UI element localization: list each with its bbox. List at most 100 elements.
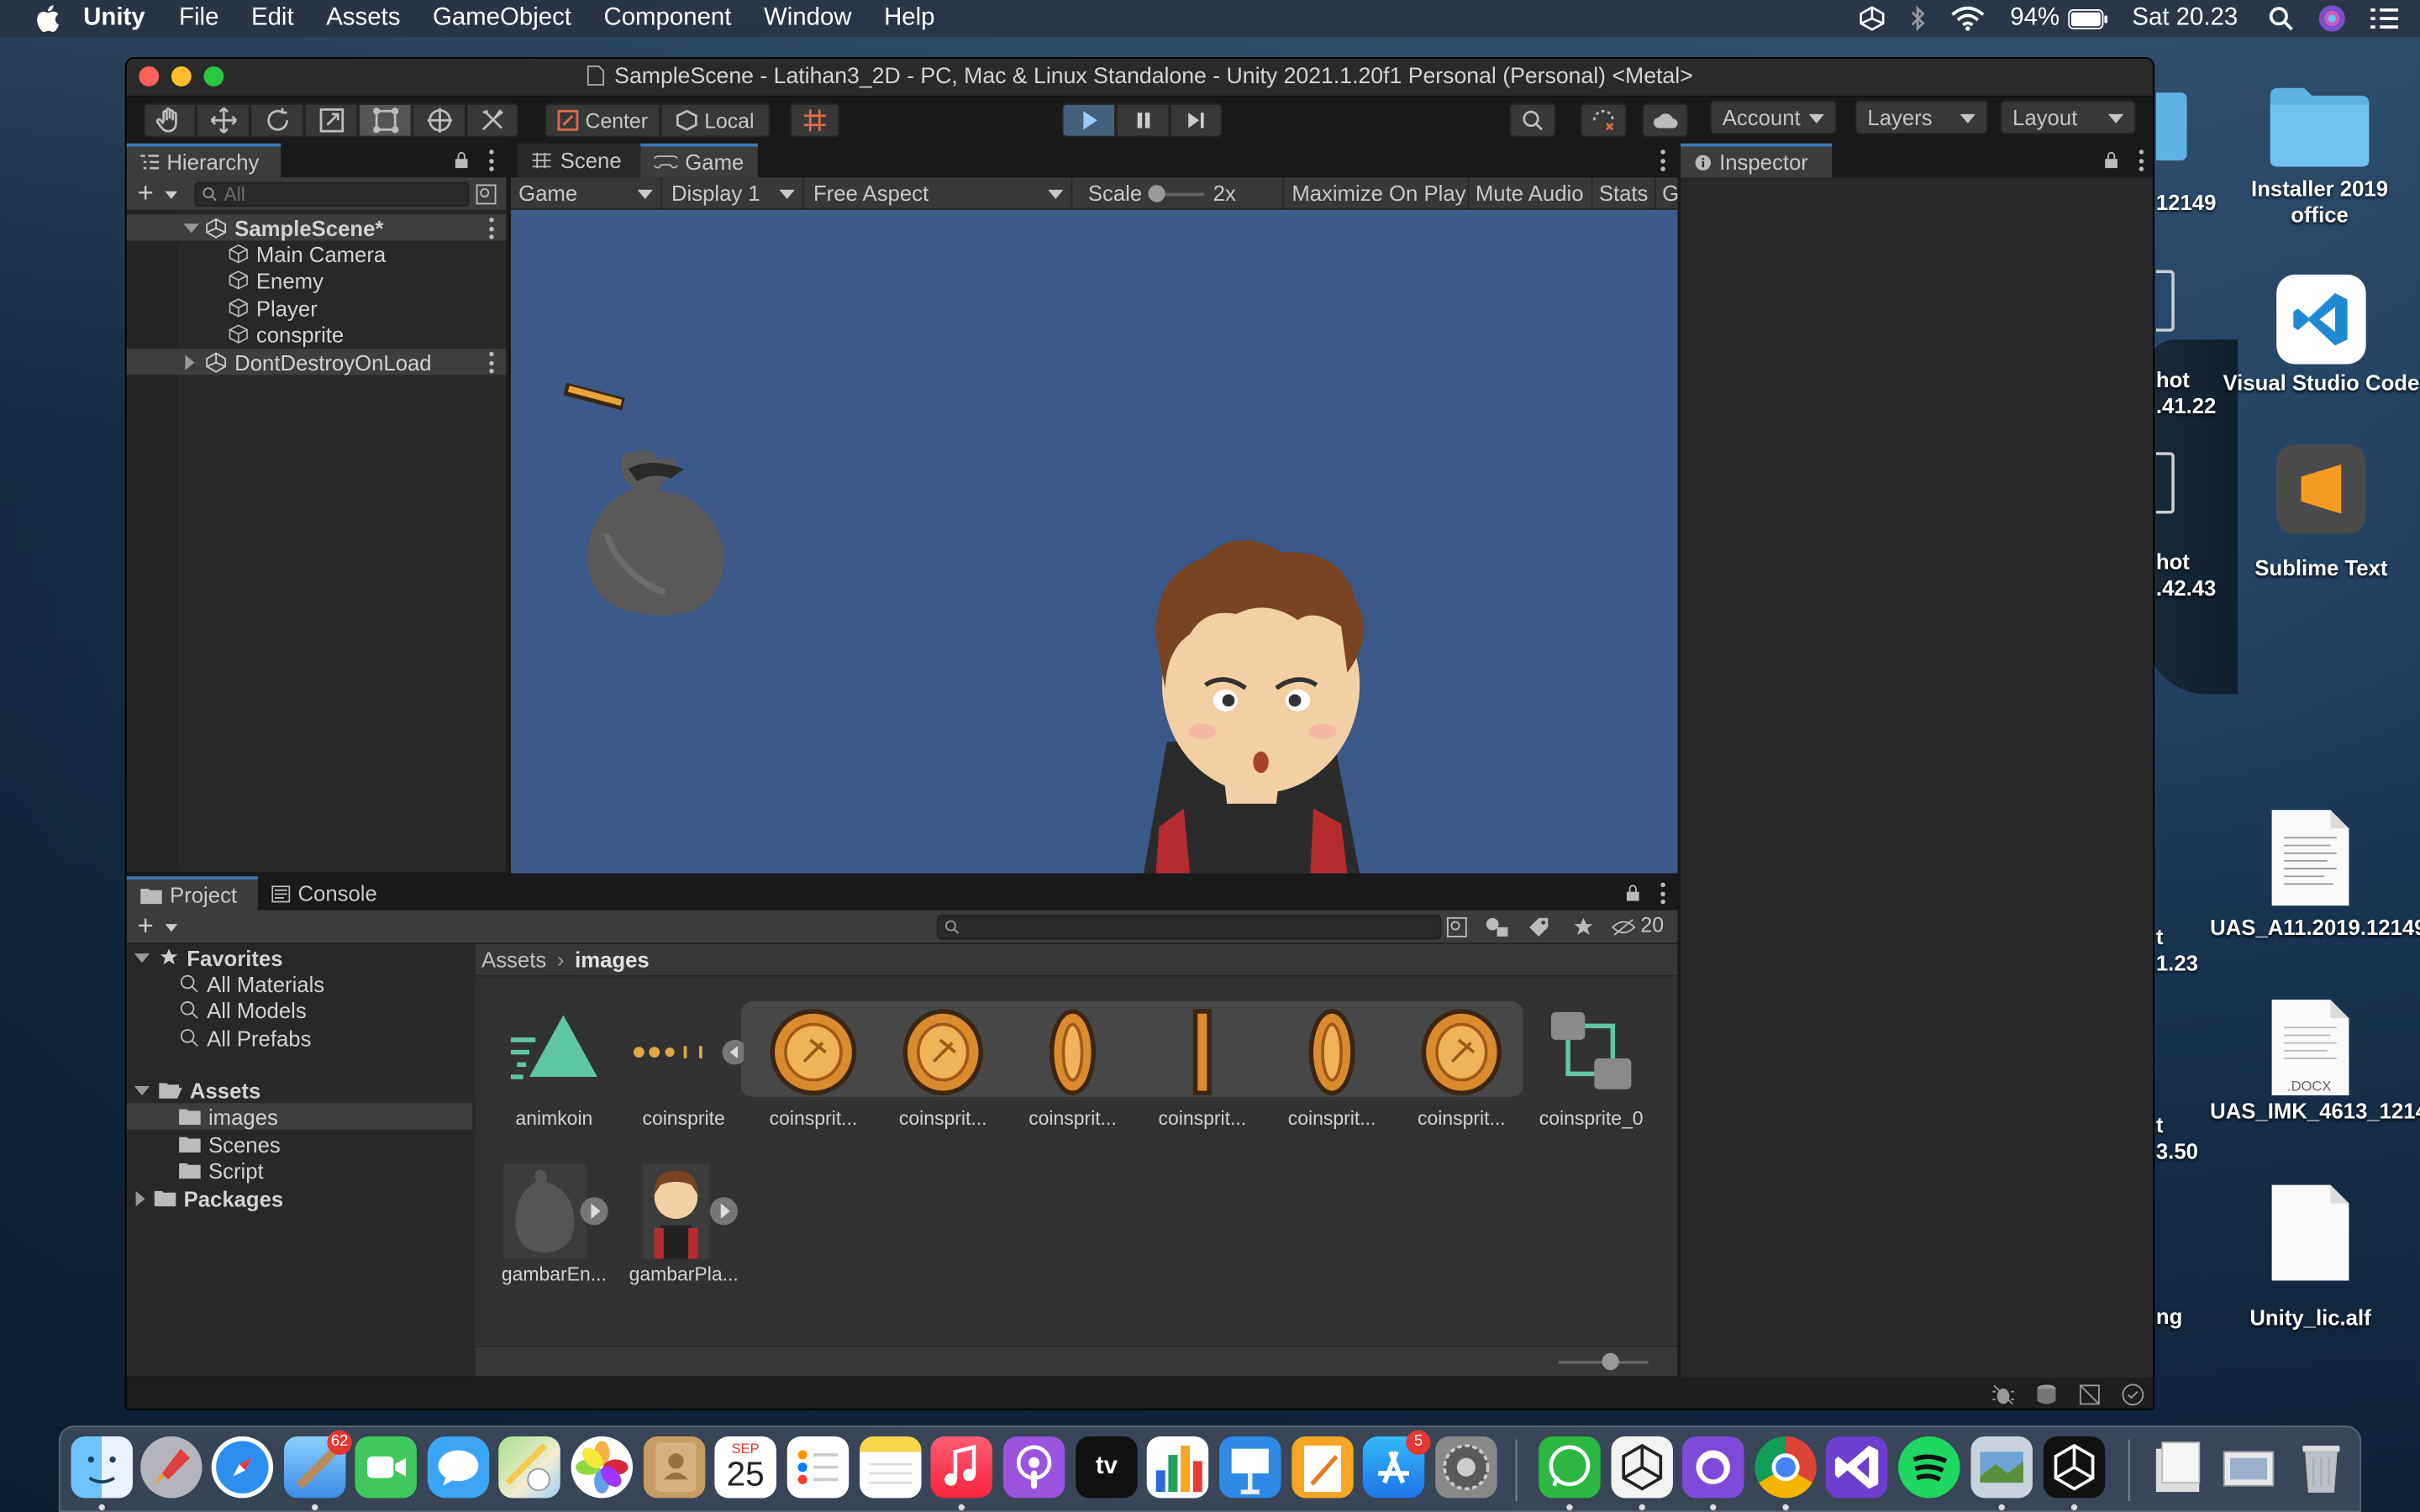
facetime-icon[interactable] <box>355 1436 417 1499</box>
spotlight-search-icon[interactable] <box>2269 6 2293 31</box>
display-dropdown[interactable]: Display 1 <box>671 177 804 210</box>
asset-gambar-enemy[interactable]: gambarEn... <box>494 1163 614 1285</box>
expand-arrow-icon[interactable] <box>183 223 199 233</box>
favorite-item[interactable]: All Models <box>179 997 307 1023</box>
scale-tool-button[interactable] <box>303 103 359 138</box>
favorite-item[interactable]: All Materials <box>179 970 324 996</box>
asset-coinsprite-0[interactable]: coinsprite_0 <box>1531 1006 1651 1129</box>
auto-generate-lighting-icon[interactable] <box>2077 1383 2102 1407</box>
asset-coinsprite-frame[interactable]: coinsprit... <box>1013 1006 1133 1129</box>
music-icon[interactable] <box>930 1436 992 1499</box>
asset-coinsprite-frame[interactable]: coinsprit... <box>1142 1006 1262 1129</box>
preview-icon[interactable] <box>1970 1436 2033 1499</box>
collapsed-arrow-icon[interactable] <box>185 354 195 370</box>
aspect-dropdown[interactable]: Free Aspect <box>813 177 1073 210</box>
desktop-icon-unity-lic[interactable]: Unity_lic.alf <box>2217 1182 2405 1331</box>
calendar-icon[interactable]: SEP 25 <box>714 1436 776 1499</box>
tab-hierarchy[interactable]: Hierarchy <box>126 143 281 178</box>
contacts-icon[interactable] <box>643 1436 706 1499</box>
maps-icon[interactable] <box>498 1436 560 1499</box>
folder-scenes[interactable]: Scenes <box>179 1131 281 1157</box>
spotify-icon[interactable] <box>1898 1436 1960 1499</box>
whatsapp-icon[interactable] <box>1539 1436 1601 1499</box>
add-icon[interactable]: + <box>137 177 153 210</box>
desktop-icon-sublime[interactable]: Sublime Text <box>2228 444 2413 581</box>
apple-icon[interactable] <box>34 5 61 33</box>
menu-file[interactable]: File <box>179 5 218 33</box>
numbers-icon[interactable] <box>1146 1436 1209 1499</box>
rect-tool-button[interactable] <box>358 103 413 138</box>
menu-help[interactable]: Help <box>884 5 934 33</box>
icon-size-slider-thumb[interactable] <box>1602 1352 1619 1370</box>
pivot-local-button[interactable]: Local <box>660 103 771 138</box>
asset-coinsprite[interactable]: coinsprite <box>623 1006 747 1129</box>
expand-arrow-icon[interactable] <box>134 1085 150 1095</box>
step-button[interactable] <box>1170 103 1223 138</box>
collapsed-arrow-icon[interactable] <box>135 1190 145 1206</box>
hierarchy-dontdestroy-row[interactable]: DontDestroyOnLoad <box>126 349 507 375</box>
add-dropdown-arrow[interactable] <box>165 191 178 199</box>
account-dropdown[interactable]: Account <box>1710 100 1837 134</box>
asset-animkoin[interactable]: animkoin <box>494 1006 614 1129</box>
app-store-icon[interactable]: 5 <box>1362 1430 1431 1499</box>
visual-studio-icon[interactable] <box>1825 1436 1888 1499</box>
lock-icon[interactable] <box>2103 151 2118 169</box>
pivot-center-button[interactable]: Center <box>544 103 661 138</box>
unity-editor-icon[interactable] <box>2043 1436 2106 1499</box>
favorites-header[interactable]: Favorites <box>127 944 472 970</box>
game-viewport[interactable] <box>510 209 1678 874</box>
cloud-button[interactable] <box>1642 103 1689 138</box>
filter-by-type-icon[interactable] <box>1485 916 1509 938</box>
menu-component[interactable]: Component <box>603 5 731 33</box>
pages-icon[interactable] <box>1292 1436 1354 1499</box>
finder-icon[interactable] <box>71 1436 133 1499</box>
menu-app-unity[interactable]: Unity <box>83 5 145 33</box>
expand-sprite-icon[interactable] <box>580 1197 608 1226</box>
notes-icon[interactable] <box>860 1436 922 1499</box>
search-button[interactable] <box>1509 103 1556 138</box>
close-button[interactable] <box>139 66 160 87</box>
downloads-stack-icon[interactable] <box>2147 1436 2208 1498</box>
transform-tool-button[interactable] <box>412 103 466 138</box>
breadcrumb-assets[interactable]: Assets <box>481 948 546 972</box>
custom-tool-button[interactable] <box>466 103 519 138</box>
display-mode-dropdown[interactable]: Game <box>511 177 662 210</box>
scale-slider-thumb[interactable] <box>1148 185 1165 202</box>
cache-server-icon[interactable] <box>2034 1383 2059 1407</box>
favorite-item[interactable]: All Prefabs <box>179 1025 311 1051</box>
hierarchy-item[interactable]: Player <box>127 295 507 321</box>
scene-menu-icon[interactable] <box>489 217 494 239</box>
stats-toggle[interactable]: Stats <box>1591 177 1648 210</box>
asset-coinsprite-frame[interactable]: coinsprit... <box>883 1006 1003 1129</box>
battery-icon[interactable] <box>2067 8 2107 29</box>
tab-project[interactable]: Project <box>126 876 258 911</box>
hierarchy-scene-row[interactable]: SampleScene* <box>126 214 507 241</box>
photos-icon[interactable] <box>571 1436 634 1499</box>
collab-button[interactable] <box>1580 103 1627 138</box>
keynote-icon[interactable] <box>1218 1436 1281 1499</box>
grid-snap-button[interactable] <box>790 103 840 138</box>
hierarchy-item[interactable]: Main Camera <box>127 241 507 267</box>
notification-center-icon[interactable] <box>2370 8 2399 29</box>
siri-icon[interactable] <box>2318 5 2346 33</box>
dontdestroy-menu-icon[interactable] <box>489 351 494 374</box>
hand-tool-button[interactable] <box>143 103 197 138</box>
zoom-button[interactable] <box>203 66 224 87</box>
search-scene-icon[interactable] <box>1446 916 1468 938</box>
layers-dropdown[interactable]: Layers <box>1854 100 1988 134</box>
asset-coinsprite-frame[interactable]: coinsprit... <box>1402 1006 1522 1129</box>
chrome-icon[interactable] <box>1754 1436 1817 1499</box>
apple-tv-icon[interactable]: tv <box>1076 1436 1138 1499</box>
asset-coinsprite-frame[interactable]: coinsprit... <box>753 1006 873 1129</box>
add-icon[interactable]: + <box>137 911 153 943</box>
maximize-on-play-toggle[interactable]: Maximize On Play <box>1282 177 1467 210</box>
folder-script[interactable]: Script <box>179 1158 264 1184</box>
folder-images[interactable]: images <box>126 1103 473 1130</box>
wifi-icon[interactable] <box>1951 6 1986 31</box>
desktop-icon-vscode[interactable]: Visual Studio Code <box>2223 274 2420 396</box>
menu-gameobject[interactable]: GameObject <box>433 5 571 33</box>
hierarchy-item[interactable]: consprite <box>127 321 507 347</box>
clock[interactable]: Sat 20.23 <box>2132 5 2238 33</box>
messages-icon[interactable] <box>427 1436 490 1499</box>
pause-button[interactable] <box>1115 103 1171 138</box>
